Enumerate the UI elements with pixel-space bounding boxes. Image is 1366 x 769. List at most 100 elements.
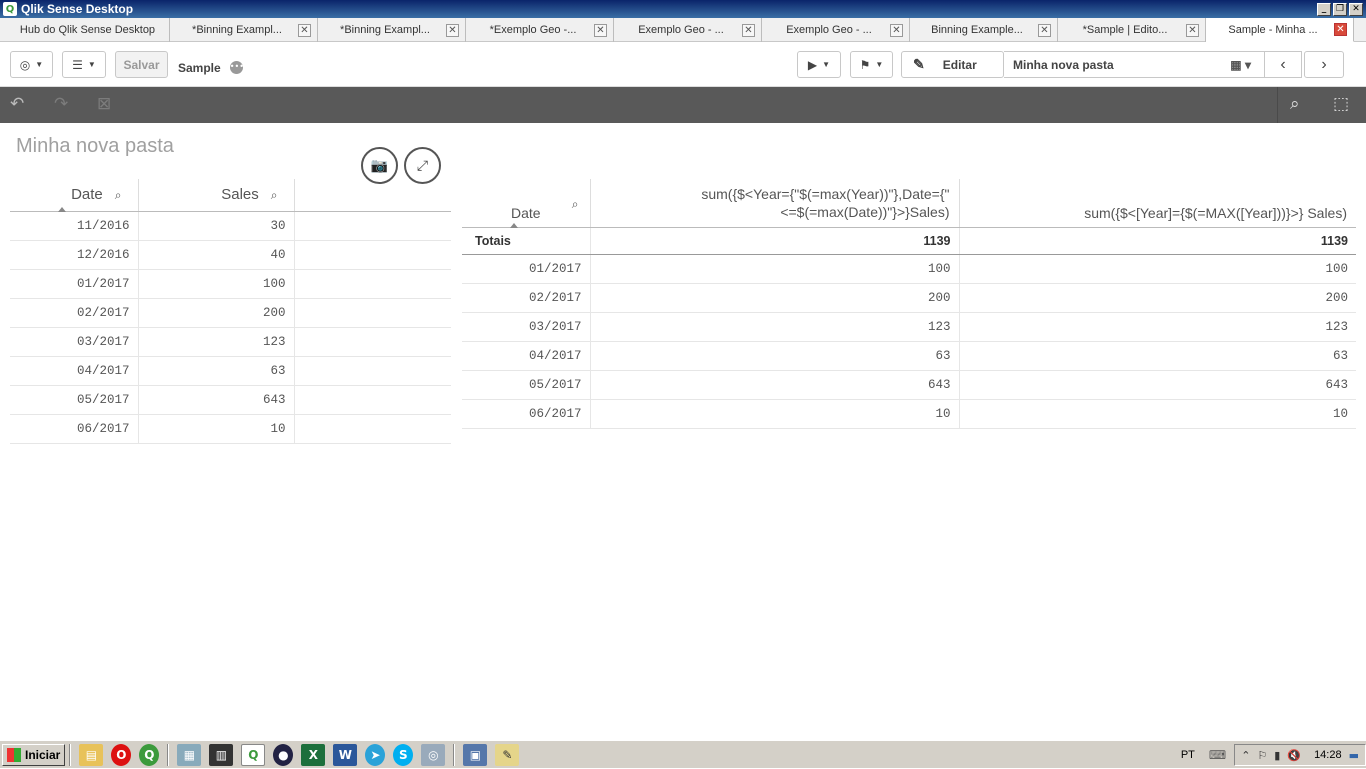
selection-bar-divider	[1277, 87, 1278, 123]
cell-date[interactable]: 03/2017	[10, 327, 139, 357]
browser-icon[interactable]: ◎	[421, 743, 446, 766]
tab-hub[interactable]: Hub do Qlik Sense Desktop	[0, 18, 170, 42]
cell-measure-1: 123	[590, 312, 960, 342]
table-row[interactable]: 05/2017 643 643	[462, 370, 1356, 400]
header-date[interactable]: Date ⌕	[462, 179, 591, 228]
cell-date[interactable]: 05/2017	[462, 370, 591, 400]
cell-date[interactable]: 06/2017	[10, 414, 139, 444]
tab-close-icon[interactable]: ✕	[1334, 23, 1347, 36]
tab-exemplo-geo-2[interactable]: Exemplo Geo - ... ✕	[614, 18, 762, 42]
cell-date[interactable]: 04/2017	[462, 341, 591, 371]
file-explorer-icon[interactable]: ▤	[79, 743, 104, 766]
header-date[interactable]: Date ⌕	[10, 179, 139, 212]
qlikview-icon[interactable]: Q	[139, 743, 160, 766]
minimize-button[interactable]: _	[1317, 2, 1331, 16]
table-row[interactable]: 01/2017 100 100	[462, 254, 1356, 284]
next-sheet-button[interactable]: ›	[1304, 51, 1344, 78]
tab-close-icon[interactable]: ✕	[742, 23, 755, 37]
tab-exemplo-geo-1[interactable]: *Exemplo Geo -... ✕	[466, 18, 614, 42]
cell-date[interactable]: 01/2017	[462, 254, 591, 284]
volume-muted-icon[interactable]: 🔇	[1287, 749, 1301, 762]
previous-sheet-button[interactable]: ‹	[1264, 51, 1302, 78]
cell-date[interactable]: 04/2017	[10, 356, 139, 386]
step-forward-icon[interactable]: ↷	[54, 94, 68, 114]
global-menu-button[interactable]: ☰ ▼	[62, 51, 106, 78]
table-row[interactable]: 12/2016 40	[10, 240, 451, 270]
table-row[interactable]: 05/2017 643	[10, 385, 451, 415]
tab-close-icon[interactable]: ✕	[1038, 23, 1051, 37]
tab-close-icon[interactable]: ✕	[298, 23, 311, 37]
app-name-group: Sample •••	[164, 57, 244, 76]
word-icon[interactable]: W	[333, 743, 358, 766]
skype-icon[interactable]: S	[393, 743, 414, 766]
remote-desktop-icon[interactable]: ▣	[463, 743, 488, 766]
bookmark-button[interactable]: ⚑ ▼	[850, 51, 893, 78]
keyboard-icon[interactable]: ⌨	[1209, 748, 1226, 762]
tab-bar: Hub do Qlik Sense Desktop *Binning Examp…	[0, 18, 1366, 42]
opera-icon[interactable]: O	[111, 743, 132, 766]
task-manager-icon[interactable]: ▥	[209, 743, 234, 766]
clock[interactable]: 14:28	[1314, 749, 1342, 761]
header-measure-2[interactable]: sum({$<[Year]={$(=MAX([Year]))}>} Sales)	[959, 179, 1356, 228]
tab-exemplo-geo-3[interactable]: Exemplo Geo - ... ✕	[762, 18, 910, 42]
table-row[interactable]: 11/2016 30	[10, 211, 451, 241]
cell-date[interactable]: 03/2017	[462, 312, 591, 342]
notepad-icon[interactable]: ✎	[495, 743, 520, 766]
close-window-button[interactable]: ✕	[1349, 2, 1363, 16]
story-button[interactable]: ▶ ▼	[797, 51, 841, 78]
table-row[interactable]: 03/2017 123	[10, 327, 451, 357]
tab-binning-example-2[interactable]: *Binning Exampl... ✕	[318, 18, 466, 42]
tab-close-icon[interactable]: ✕	[446, 23, 459, 37]
navigation-menu-button[interactable]: ◎ ▼	[10, 51, 53, 78]
tab-binning-example-3[interactable]: Binning Example... ✕	[910, 18, 1058, 42]
cell-date[interactable]: 02/2017	[462, 283, 591, 313]
flag-icon[interactable]: ⚐	[1257, 749, 1267, 762]
chevron-up-icon[interactable]: ⌃	[1241, 749, 1250, 762]
cell-date[interactable]: 01/2017	[10, 269, 139, 299]
sheet-selector[interactable]: Minha nova pasta ▦ ▾	[1004, 51, 1266, 78]
clear-selections-icon[interactable]: ⊠	[97, 94, 111, 114]
table-row[interactable]: 01/2017 100	[10, 269, 451, 299]
header-label: sum({$<Year={"$(=max(Year))"},Date={"<=$…	[701, 186, 950, 220]
telegram-icon[interactable]: ➤	[365, 743, 386, 766]
table-row[interactable]: 03/2017 123 123	[462, 312, 1356, 342]
excel-icon[interactable]: X	[301, 743, 326, 766]
cell-date[interactable]: 12/2016	[10, 240, 139, 270]
search-icon[interactable]: ⌕	[115, 188, 122, 203]
save-button[interactable]: Salvar	[115, 51, 168, 78]
search-icon[interactable]: ⌕	[1290, 94, 1300, 114]
show-desktop-icon[interactable]: ▬	[1349, 749, 1359, 762]
tab-close-icon[interactable]: ✕	[1186, 23, 1199, 37]
table-row[interactable]: 04/2017 63 63	[462, 341, 1356, 371]
more-dots-icon[interactable]: •••	[229, 61, 244, 74]
search-icon[interactable]: ⌕	[572, 197, 579, 212]
table-row[interactable]: 06/2017 10 10	[462, 399, 1356, 429]
cell-date[interactable]: 02/2017	[10, 298, 139, 328]
start-button[interactable]: Iniciar	[2, 743, 66, 766]
tab-sample-minha-pasta[interactable]: Sample - Minha ... ✕	[1206, 18, 1354, 42]
qlik-sense-task-icon[interactable]: Q	[241, 743, 266, 766]
cell-date[interactable]: 05/2017	[10, 385, 139, 415]
header-measure-1[interactable]: sum({$<Year={"$(=max(Year))"},Date={"<=$…	[590, 179, 960, 228]
search-icon[interactable]: ⌕	[271, 188, 278, 203]
cell-date[interactable]: 11/2016	[10, 211, 139, 241]
header-sales[interactable]: Sales ⌕	[138, 179, 295, 212]
table-row[interactable]: 02/2017 200	[10, 298, 451, 328]
edit-button[interactable]: ✎ Editar	[901, 51, 1004, 78]
table-row[interactable]: 04/2017 63	[10, 356, 451, 386]
table-row[interactable]: 02/2017 200 200	[462, 283, 1356, 313]
cell-date[interactable]: 06/2017	[462, 399, 591, 429]
tab-close-icon[interactable]: ✕	[890, 23, 903, 37]
tab-binning-example-1[interactable]: *Binning Exampl... ✕	[170, 18, 318, 42]
language-indicator[interactable]: PT	[1181, 749, 1195, 761]
tab-sample-editor[interactable]: *Sample | Edito... ✕	[1058, 18, 1206, 42]
selections-tool-icon[interactable]: ⬚	[1333, 94, 1349, 114]
restore-button[interactable]: ❐	[1333, 2, 1347, 16]
network-folder-icon[interactable]: ▦	[177, 743, 202, 766]
table-row[interactable]: 06/2017 10	[10, 414, 451, 444]
tab-close-icon[interactable]: ✕	[594, 23, 607, 37]
usb-device-icon[interactable]: ▮	[1274, 749, 1280, 762]
step-back-icon[interactable]: ↶	[10, 94, 24, 114]
cell-measure-1: 100	[590, 254, 960, 284]
vpn-lock-icon[interactable]: ●	[273, 743, 294, 766]
